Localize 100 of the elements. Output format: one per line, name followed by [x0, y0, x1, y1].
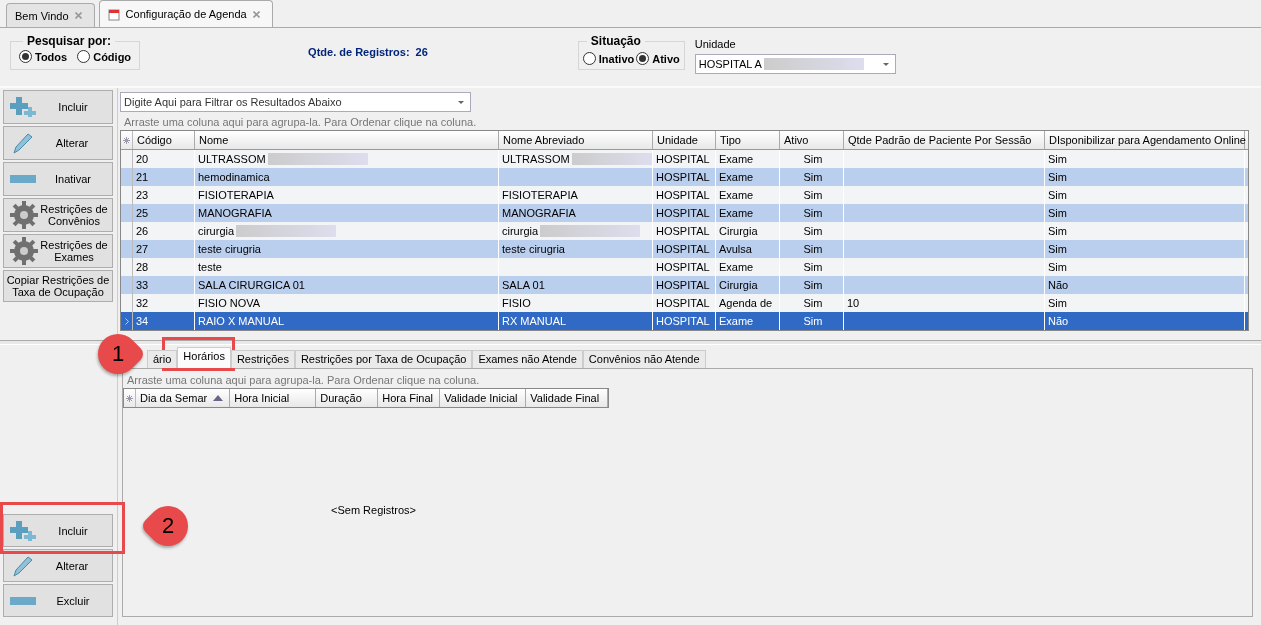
radio-option[interactable]: Inativo: [582, 48, 635, 69]
column-header[interactable]: Qtde Padrão de Paciente Por Sessão: [844, 131, 1045, 149]
table-cell-text: Sim: [803, 188, 823, 203]
column-header[interactable]: Nome: [195, 131, 499, 149]
column-header[interactable]: DIsponibilizar para Agendamento Online: [1045, 131, 1245, 149]
toolbar-button[interactable]: Copiar Restrições de Taxa de Ocupação: [3, 270, 113, 302]
table-cell-text: teste cirugria: [198, 242, 261, 257]
callout-badge: 2: [139, 497, 197, 555]
column-header[interactable]: Nome Abreviado: [499, 131, 653, 149]
column-header[interactable]: Hora Final: [378, 389, 441, 407]
table-cell-text: Não: [1048, 314, 1069, 329]
table-row[interactable]: 28 teste HOSPITAL Exame Sim Sim: [121, 258, 1248, 276]
unit-dropdown[interactable]: HOSPITAL A: [694, 54, 896, 74]
column-header[interactable]: Código: [133, 131, 195, 149]
table-cell-text: HOSPITAL: [656, 206, 710, 221]
record-count-value: 26: [415, 46, 428, 58]
table-cell-text: ULTRASSOM: [198, 152, 266, 167]
asterisk-icon: [123, 136, 130, 144]
column-header[interactable]: Hora Inicial: [230, 389, 317, 407]
group-by-hint: Arraste uma coluna aqui para agrupa-la. Para Ordenar clique na coluna.: [123, 115, 478, 130]
table-cell-text: Agenda de: [719, 296, 773, 311]
table-cell-text: ULTRASSOM: [502, 152, 570, 167]
table-cell-text: 26: [136, 224, 149, 239]
table-cell-text: Sim: [803, 206, 823, 221]
toolbar-button[interactable]: Incluir: [3, 90, 113, 124]
column-header[interactable]: Tipo: [716, 131, 780, 149]
table-cell-text: Sim: [803, 170, 823, 185]
column-header[interactable]: Duração: [316, 389, 379, 407]
radio-button[interactable]: [636, 52, 650, 65]
table-cell-text: Sim: [1048, 152, 1067, 167]
table-row[interactable]: 33 SALA CIRURGICA 01 SALA 01 HOSPITAL Cirurgia Sim Não: [121, 276, 1248, 294]
column-header[interactable]: Dia da Semar: [136, 389, 231, 407]
radio-option[interactable]: Ativo: [636, 48, 680, 69]
minus-icon: [10, 596, 36, 605]
table-cell-text: Sim: [803, 242, 823, 257]
radio-option[interactable]: Todos: [19, 48, 68, 65]
column-header[interactable]: Unidade: [653, 131, 716, 149]
table-cell-text: Sim: [1048, 188, 1067, 203]
radio-button[interactable]: [19, 50, 32, 63]
table-cell-text: cirurgia: [502, 224, 539, 239]
radio-button[interactable]: [77, 50, 91, 63]
table-row[interactable]: 27 teste cirugria teste cirugria HOSPITAL Avulsa Sim Sim: [121, 240, 1248, 258]
table-cell-text: Exame: [719, 260, 754, 275]
unit-label: Unidade: [694, 38, 737, 50]
caret-icon: [882, 62, 889, 66]
detail-tab[interactable]: Restrições por Taxa de Ocupação: [294, 350, 473, 368]
radio-option[interactable]: Código: [77, 48, 132, 65]
table-row[interactable]: 34 RAIO X MANUAL RX MANUAL HOSPITAL Exame Sim Não: [121, 312, 1248, 330]
detail-tab[interactable]: Restrições: [230, 350, 295, 368]
table-cell-text: Sim: [803, 296, 823, 311]
table-cell-text: Não: [1048, 278, 1069, 293]
table-cell-text: HOSPITAL: [656, 242, 710, 257]
asterisk-icon: [126, 394, 133, 402]
table-cell-text: 33: [136, 278, 149, 293]
table-row[interactable]: 21 hemodinamica HOSPITAL Exame Sim Sim: [121, 168, 1248, 186]
table-cell-text: cirurgia: [198, 224, 235, 239]
table-cell-text: Sim: [1048, 224, 1067, 239]
table-cell-text: HOSPITAL: [656, 278, 710, 293]
table-cell-text: 10: [847, 296, 860, 311]
table-cell-text: Sim: [803, 278, 823, 293]
table-row[interactable]: 26 cirurgia cirurgia HOSPITAL Cirurgia Sim Sim: [121, 222, 1248, 240]
document-tab[interactable]: Bem Vindo: [6, 3, 95, 27]
detail-tab[interactable]: Exames não Atende: [472, 350, 583, 368]
table-cell-text: Exame: [719, 170, 754, 185]
table-row[interactable]: 25 MANOGRAFIA MANOGRAFIA HOSPITAL Exame Sim Sim: [121, 204, 1248, 222]
table-cell-text: Sim: [1048, 206, 1067, 221]
sort-ascending-icon: [213, 395, 224, 401]
detail-tab[interactable]: ário: [147, 350, 178, 368]
column-header[interactable]: Validade Inicial: [440, 389, 527, 407]
detail-tab[interactable]: Horários: [177, 347, 231, 368]
radio-button[interactable]: [582, 52, 596, 65]
table-cell-text: 34: [136, 314, 149, 329]
toolbar-button[interactable]: Restrições de Exames: [3, 234, 113, 268]
table-cell-text: Sim: [803, 152, 823, 167]
toolbar-button[interactable]: Inativar: [3, 162, 113, 196]
table-row[interactable]: 32 FISIO NOVA FISIO HOSPITAL Agenda de Sim 10 Sim: [121, 294, 1248, 312]
column-header[interactable]: Ativo: [780, 131, 844, 149]
table-cell-text: Exame: [719, 314, 754, 329]
table-cell-text: HOSPITAL: [656, 170, 710, 185]
close-icon[interactable]: [252, 10, 260, 18]
filter-dropdown[interactable]: Digite Aqui para Filtrar os Resultados Abaixo: [120, 92, 471, 112]
table-cell-text: FISIOTERAPIA: [502, 188, 578, 203]
table-row[interactable]: 23 FISIOTERAPIA FISIOTERAPIA HOSPITAL Exame Sim Sim: [121, 186, 1248, 204]
column-header[interactable]: Validade Final: [526, 389, 609, 407]
detail-tab[interactable]: Convênios não Atende: [582, 350, 706, 368]
table-cell-text: Sim: [803, 314, 823, 329]
toolbar-button[interactable]: Restrições de Convênios: [3, 198, 113, 232]
radio-label: Ativo: [652, 52, 680, 65]
table-cell-text: 20: [136, 152, 149, 167]
table-cell-text: HOSPITAL: [656, 152, 710, 167]
radio-label: Código: [93, 50, 132, 63]
toolbar-button[interactable]: Excluir: [3, 584, 113, 617]
table-row[interactable]: 20 ULTRASSOM ULTRASSOM HOSPITAL Exame Sim Sim: [121, 150, 1248, 168]
table-cell-text: Sim: [1048, 242, 1067, 257]
table-cell-text: 21: [136, 170, 149, 185]
toolbar-button[interactable]: Incluir: [3, 514, 113, 547]
toolbar-button[interactable]: Alterar: [3, 126, 113, 160]
table-cell-text: MANOGRAFIA: [502, 206, 576, 221]
table-cell-text: MANOGRAFIA: [198, 206, 272, 221]
document-tab[interactable]: Configuração de Agenda: [98, 0, 273, 27]
